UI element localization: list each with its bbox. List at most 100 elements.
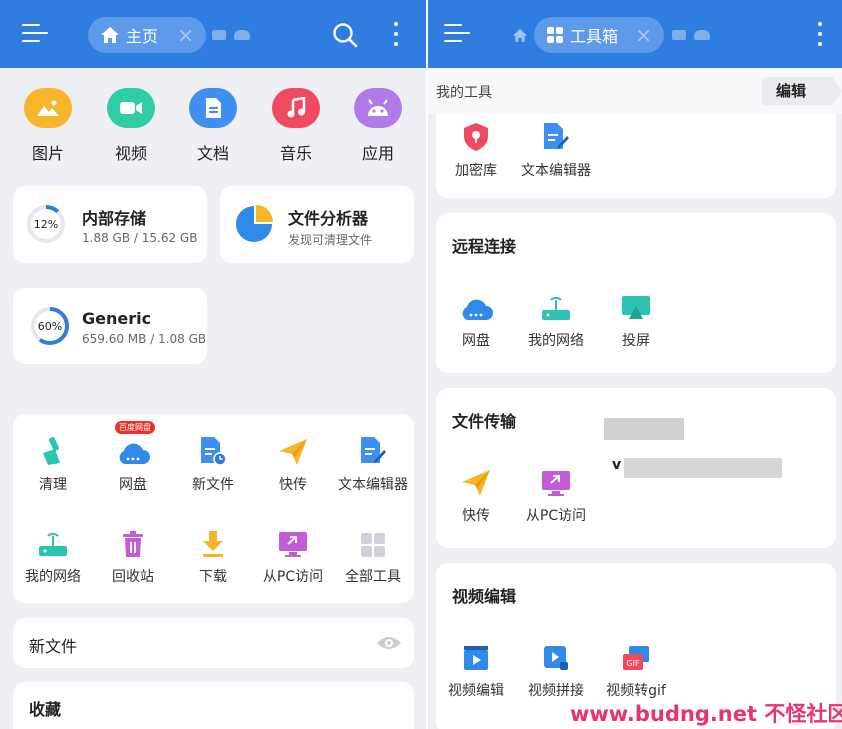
tool-my-network[interactable]: 我的网络 — [11, 524, 95, 586]
internal-storage-card[interactable]: 12% 内部存储 1.88 GB / 15.62 GB — [13, 186, 207, 263]
menu-icon[interactable] — [22, 22, 48, 44]
category-apps[interactable]: 应用 — [343, 88, 413, 164]
home-tab-icon[interactable] — [512, 28, 528, 43]
tool-label: 视频编辑 — [448, 683, 504, 699]
vault-icon — [464, 123, 488, 151]
storage-usage-ring: 12% — [27, 205, 65, 243]
new-files-section[interactable]: 新文件 — [13, 618, 414, 668]
tool-cloud-disk[interactable]: 网盘 — [434, 288, 518, 350]
tab-home[interactable]: 主页 × — [88, 17, 206, 53]
analyzer-title: 文件分析器 — [288, 209, 369, 228]
toolbox-screen: 工具箱 × 我的工具 编辑 加密库 文本编辑器 远程连接 网盘 我的网络 投屏 — [426, 0, 842, 729]
analyzer-subtitle: 发现可清理文件 — [288, 233, 373, 247]
storage-title: 内部存储 — [82, 209, 147, 228]
video-edit-icon — [464, 646, 488, 670]
text-editor-icon — [544, 123, 569, 149]
favorites-section[interactable]: 收藏 — [13, 682, 414, 729]
my-tools-label: 我的工具 — [436, 85, 492, 101]
router-icon — [542, 296, 570, 320]
paper-plane-icon — [462, 470, 490, 496]
download-icon — [203, 531, 223, 557]
cloud-tab-icon[interactable] — [694, 30, 710, 40]
android-icon — [354, 88, 402, 128]
tool-text-editor[interactable]: 文本编辑器 — [514, 118, 598, 180]
cast-screen-icon — [622, 296, 650, 319]
category-label: 文档 — [196, 144, 229, 163]
tool-label: 下载 — [199, 569, 227, 585]
tool-pc-access[interactable]: 从PC访问 — [514, 463, 598, 525]
pc-access-icon — [279, 532, 307, 557]
section-title: 远程连接 — [452, 237, 517, 256]
storage-detail: 659.60 MB / 1.08 GB — [82, 332, 207, 346]
category-label: 视频 — [114, 144, 147, 163]
my-tools-header: 我的工具 编辑 — [428, 68, 842, 114]
tool-vault[interactable]: 加密库 — [434, 118, 518, 180]
tool-all-tools[interactable]: 全部工具 — [331, 524, 415, 586]
tool-recycle-bin[interactable]: 回收站 — [91, 524, 175, 586]
tool-text-editor[interactable]: 文本编辑器 — [331, 432, 415, 494]
edit-button[interactable]: 编辑 — [762, 77, 832, 105]
tool-video-to-gif[interactable]: GIF 视频转gif — [594, 638, 678, 700]
tool-label: 快传 — [462, 508, 490, 524]
tool-video-edit[interactable]: 视频编辑 — [434, 638, 518, 700]
tool-my-network[interactable]: 我的网络 — [514, 288, 598, 350]
tab-toolbox-label: 工具箱 — [570, 27, 619, 46]
tool-pc-access[interactable]: 从PC访问 — [251, 524, 335, 586]
tool-label: 清理 — [39, 477, 67, 493]
category-videos[interactable]: 视频 — [96, 88, 166, 164]
edit-button-arrow — [832, 77, 842, 105]
cloud-tab-icon[interactable] — [234, 30, 250, 40]
blurred-text — [624, 458, 782, 478]
tool-label: 网盘 — [119, 477, 147, 493]
tool-quick-send[interactable]: 快传 — [251, 432, 335, 494]
edit-button-label: 编辑 — [776, 82, 807, 100]
tool-label: 新文件 — [192, 477, 234, 493]
watermark-text: www.budng.net 不怪社区 — [570, 702, 842, 726]
gif-icon: GIF — [623, 646, 649, 670]
favorites-title: 收藏 — [29, 700, 62, 719]
video-merge-icon — [544, 646, 568, 670]
tool-quick-send[interactable]: 快传 — [434, 463, 518, 525]
tool-download[interactable]: 下载 — [171, 524, 255, 586]
trash-icon — [123, 531, 143, 557]
category-images[interactable]: 图片 — [13, 88, 83, 164]
close-tab-icon[interactable]: × — [635, 23, 652, 47]
tool-cloud-disk[interactable]: 百度网盘 网盘 — [91, 421, 175, 494]
search-icon[interactable] — [332, 22, 358, 48]
storage-title: Generic — [82, 309, 152, 328]
top-app-bar: 主页 × — [0, 0, 426, 68]
category-documents[interactable]: 文档 — [178, 88, 248, 164]
folder-tab-icon[interactable] — [672, 30, 686, 40]
music-icon — [272, 88, 320, 128]
text-editor-icon — [361, 437, 386, 463]
tool-clean[interactable]: 清理 — [11, 432, 95, 494]
menu-icon[interactable] — [444, 22, 470, 44]
baidu-badge: 百度网盘 — [115, 421, 155, 434]
more-options-icon[interactable] — [817, 22, 823, 48]
category-label: 应用 — [361, 144, 394, 163]
cloud-disk-icon — [119, 443, 150, 464]
tool-label: 投屏 — [622, 333, 650, 349]
section-title: 视频编辑 — [452, 587, 517, 606]
tool-new-file[interactable]: 新文件 — [171, 432, 255, 494]
new-files-title: 新文件 — [29, 637, 78, 656]
generic-storage-card[interactable]: 60% Generic 659.60 MB / 1.08 GB — [13, 288, 207, 364]
tool-label: 我的网络 — [25, 569, 81, 585]
tab-toolbox[interactable]: 工具箱 × — [534, 17, 664, 53]
close-tab-icon[interactable]: × — [177, 23, 194, 47]
category-music[interactable]: 音乐 — [261, 88, 331, 164]
category-label: 图片 — [31, 144, 64, 163]
tool-cast-screen[interactable]: 投屏 — [594, 288, 678, 350]
tool-label: 从PC访问 — [525, 508, 587, 524]
partial-text: v — [612, 457, 622, 473]
eye-icon[interactable] — [376, 635, 402, 651]
top-app-bar: 工具箱 × — [428, 0, 842, 68]
document-icon — [189, 88, 237, 128]
blurred-text — [604, 418, 684, 440]
file-analyzer-card[interactable]: 文件分析器 发现可清理文件 — [220, 186, 414, 263]
section-title: 文件传输 — [452, 412, 517, 431]
tool-video-merge[interactable]: 视频拼接 — [514, 638, 598, 700]
folder-tab-icon[interactable] — [212, 30, 226, 40]
tool-label: 视频转gif — [606, 683, 666, 699]
more-options-icon[interactable] — [393, 22, 399, 48]
